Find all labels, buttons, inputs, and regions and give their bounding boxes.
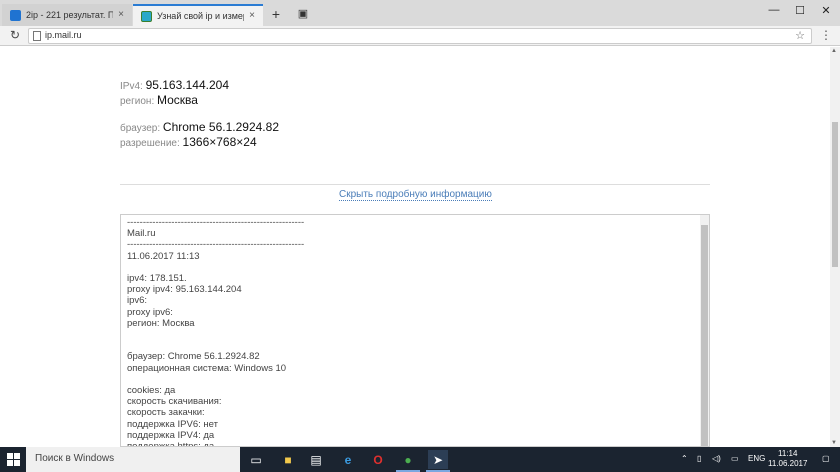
taskbar: Поиск в Windows ▭ ■ ▤ e O ● ➤ ⌃ ▯ ◁) ▭ E… [0, 447, 840, 472]
region-row: регион: Москва [120, 93, 198, 107]
windows-logo-icon [7, 460, 13, 466]
browser-menu-icon[interactable]: ⋮ [820, 28, 832, 42]
windows-logo-icon [14, 460, 20, 466]
ipv4-row: IPv4: 95.163.144.204 [120, 78, 229, 92]
detail-line: ipv6: [127, 295, 148, 307]
address-bar: ↻ ip.mail.ru ☆ ⋮ [0, 26, 840, 46]
tab-close-icon[interactable]: × [249, 6, 255, 26]
language-indicator[interactable]: ENG [748, 454, 765, 463]
search-placeholder: Поиск в Windows [35, 453, 115, 464]
hide-details-link[interactable]: Скрыть подробную информацию [339, 189, 492, 201]
detail-line: cookies: да [127, 385, 176, 397]
page-scrollbar-thumb[interactable] [832, 122, 838, 267]
detail-line: скорость закачки: [127, 407, 205, 419]
detail-line: Mail.ru [127, 228, 156, 240]
network-icon[interactable]: ▯ [697, 454, 701, 463]
detail-line: ----------------------------------------… [127, 239, 305, 251]
telegram-icon[interactable]: ➤ [428, 450, 448, 469]
detail-line: proxy ipv4: 95.163.144.204 [127, 284, 242, 296]
detail-line: proxy ipv6: [127, 306, 173, 318]
browser-label: браузер: [120, 123, 161, 134]
detail-line: браузер: Chrome 56.1.2924.82 [127, 351, 260, 363]
tab-ip-mail[interactable]: Узнай свой ip и измерь скорос × [133, 4, 263, 26]
action-center-icon[interactable]: ▢ [822, 454, 830, 463]
detail-line [127, 329, 304, 340]
windows-logo-icon [14, 453, 20, 459]
notifications-icon[interactable]: ▭ [731, 454, 739, 463]
tab-bar: 2ip - 221 результат. Поиск Mail × Узнай … [0, 0, 840, 26]
tab-title: Узнай свой ip и измерь скорос [157, 11, 244, 21]
resolution-row: разрешение: 1366×768×24 [120, 135, 257, 149]
detail-line: скорость скачивания: [127, 396, 222, 408]
detail-scrollbar[interactable] [700, 215, 709, 446]
people-icon[interactable]: ⌃ [681, 454, 688, 463]
region-label: регион: [120, 96, 155, 107]
bookmark-star-icon[interactable]: ☆ [795, 29, 805, 42]
detail-line: операционная система: Windows 10 [127, 362, 287, 374]
edge-icon[interactable]: e [338, 450, 358, 469]
ipv4-value: 95.163.144.204 [145, 78, 229, 92]
maximize-button[interactable]: ☐ [790, 4, 810, 17]
detail-line: ipv4: 178.151. [127, 273, 187, 285]
opera-icon[interactable]: O [368, 450, 388, 469]
browser-value: Chrome 56.1.2924.82 [162, 120, 279, 134]
ipv4-label: IPv4: [120, 81, 143, 92]
detail-line [127, 374, 304, 385]
file-explorer-icon[interactable]: ■ [278, 450, 298, 469]
page-icon [33, 31, 41, 41]
store-icon[interactable]: ▤ [306, 450, 326, 469]
ip-mail-favicon-icon [141, 10, 152, 22]
detail-line: поддержка IPV4: да [127, 429, 215, 441]
taskbar-search[interactable]: Поиск в Windows [26, 447, 240, 472]
chrome-icon[interactable]: ● [398, 450, 418, 469]
clock-time: 11:14 [778, 449, 798, 458]
browser-row: браузер: Chrome 56.1.2924.82 [120, 120, 279, 134]
url-field[interactable]: ip.mail.ru ☆ [28, 28, 812, 44]
close-window-button[interactable]: ✕ [816, 4, 836, 17]
page-content: IPv4: 95.163.144.204 регион: Москва брау… [0, 47, 830, 447]
detail-line: 11.06.2017 11:13 [127, 250, 200, 262]
tab-title: 2ip - 221 результат. Поиск Mail [26, 10, 114, 20]
detail-line [127, 340, 304, 351]
scroll-up-icon[interactable]: ▲ [831, 48, 837, 54]
detail-text: ----------------------------------------… [127, 217, 305, 446]
volume-icon[interactable]: ◁) [712, 454, 721, 463]
page-scrollbar[interactable]: ▲ ▼ [830, 47, 840, 447]
new-tab-button[interactable]: + [267, 5, 285, 23]
url-text[interactable]: ip.mail.ru [45, 30, 82, 40]
scroll-down-icon[interactable]: ▼ [831, 440, 837, 446]
detail-line: регион: Москва [127, 317, 195, 329]
divider [120, 184, 710, 185]
tab-2ip-search[interactable]: 2ip - 221 результат. Поиск Mail × [2, 4, 132, 26]
tab-close-icon[interactable]: × [118, 4, 124, 26]
reload-icon[interactable]: ↻ [10, 28, 20, 42]
resolution-label: разрешение: [120, 138, 180, 149]
mail-search-favicon-icon [10, 9, 21, 21]
resolution-value: 1366×768×24 [182, 135, 257, 149]
tab-overview-icon[interactable]: ▣ [294, 5, 312, 23]
region-value: Москва [157, 93, 198, 107]
taskbar-clock[interactable]: 11:14 11.06.2017 [768, 449, 807, 469]
task-view-icon[interactable]: ▭ [246, 450, 266, 469]
detail-line [127, 262, 304, 273]
detail-scrollbar-thumb[interactable] [701, 225, 708, 446]
windows-logo-icon [7, 453, 13, 459]
start-button[interactable] [0, 447, 26, 472]
detail-line: ----------------------------------------… [127, 217, 305, 228]
minimize-button[interactable]: — [764, 4, 784, 16]
clock-date: 11.06.2017 [768, 459, 808, 468]
detail-textarea[interactable]: ----------------------------------------… [120, 214, 710, 447]
detail-line: поддержка IPV6: нет [127, 418, 218, 430]
